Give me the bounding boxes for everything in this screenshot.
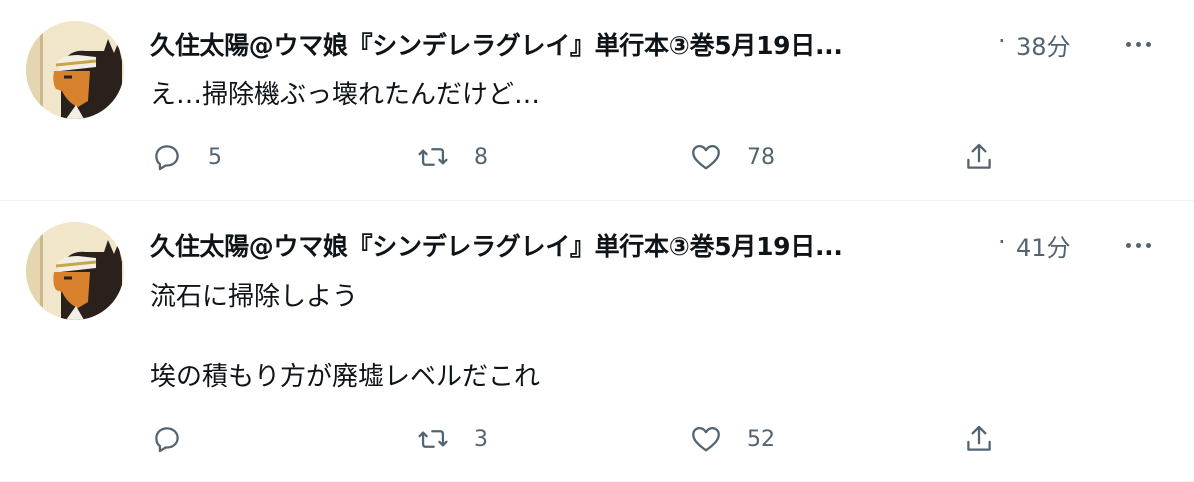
separator: · bbox=[998, 27, 1006, 55]
retweet-button[interactable]: 3 bbox=[416, 419, 488, 459]
retweet-button[interactable]: 8 bbox=[416, 137, 488, 177]
retweet-count: 3 bbox=[474, 426, 488, 452]
tweet[interactable]: 久住太陽@ウマ娘『シンデレラグレイ』単行本③巻5月19日... · 41分 流石… bbox=[0, 201, 1194, 482]
tweet-actions: 3 52 bbox=[150, 419, 1010, 459]
like-button[interactable]: 52 bbox=[689, 419, 775, 459]
retweet-icon bbox=[418, 430, 448, 448]
more-icon[interactable] bbox=[1118, 30, 1158, 58]
retweet-count: 8 bbox=[474, 144, 488, 170]
share-button[interactable] bbox=[962, 137, 996, 177]
tweet[interactable]: 久住太陽@ウマ娘『シンデレラグレイ』単行本③巻5月19日... · 38分 え…… bbox=[0, 0, 1194, 201]
reply-icon bbox=[155, 427, 179, 453]
like-button[interactable]: 78 bbox=[689, 137, 775, 177]
timestamp[interactable]: 41分 bbox=[1016, 228, 1071, 263]
reply-button[interactable] bbox=[150, 419, 208, 459]
tweet-text: 流石に掃除しよう 埃の積もり方が廃墟レベルだこれ bbox=[150, 282, 541, 392]
timestamp[interactable]: 38分 bbox=[1016, 27, 1071, 62]
share-button[interactable] bbox=[962, 419, 996, 459]
tweet-actions: 5 8 78 bbox=[150, 137, 1010, 177]
more-icon[interactable] bbox=[1118, 231, 1158, 259]
author-name[interactable]: 久住太陽@ウマ娘『シンデレラグレイ』単行本③巻5月19日... bbox=[150, 227, 980, 263]
reply-icon bbox=[155, 145, 179, 171]
reply-count: 5 bbox=[208, 144, 222, 170]
reply-button[interactable]: 5 bbox=[150, 137, 222, 177]
separator: · bbox=[998, 228, 1006, 256]
tweet-header: 久住太陽@ウマ娘『シンデレラグレイ』単行本③巻5月19日... · 41分 bbox=[150, 225, 1174, 265]
like-icon bbox=[692, 426, 720, 452]
avatar[interactable] bbox=[26, 21, 124, 119]
tweet-header: 久住太陽@ウマ娘『シンデレラグレイ』単行本③巻5月19日... · 38分 bbox=[150, 24, 1174, 64]
share-icon bbox=[967, 143, 991, 169]
like-count: 52 bbox=[747, 426, 775, 452]
author-name[interactable]: 久住太陽@ウマ娘『シンデレラグレイ』単行本③巻5月19日... bbox=[150, 26, 980, 62]
tweet-text: え…掃除機ぶっ壊れたんだけど… bbox=[150, 80, 541, 110]
share-icon bbox=[967, 425, 991, 451]
retweet-icon bbox=[418, 148, 448, 166]
like-icon bbox=[692, 144, 720, 170]
avatar[interactable] bbox=[26, 222, 124, 320]
like-count: 78 bbox=[747, 144, 775, 170]
